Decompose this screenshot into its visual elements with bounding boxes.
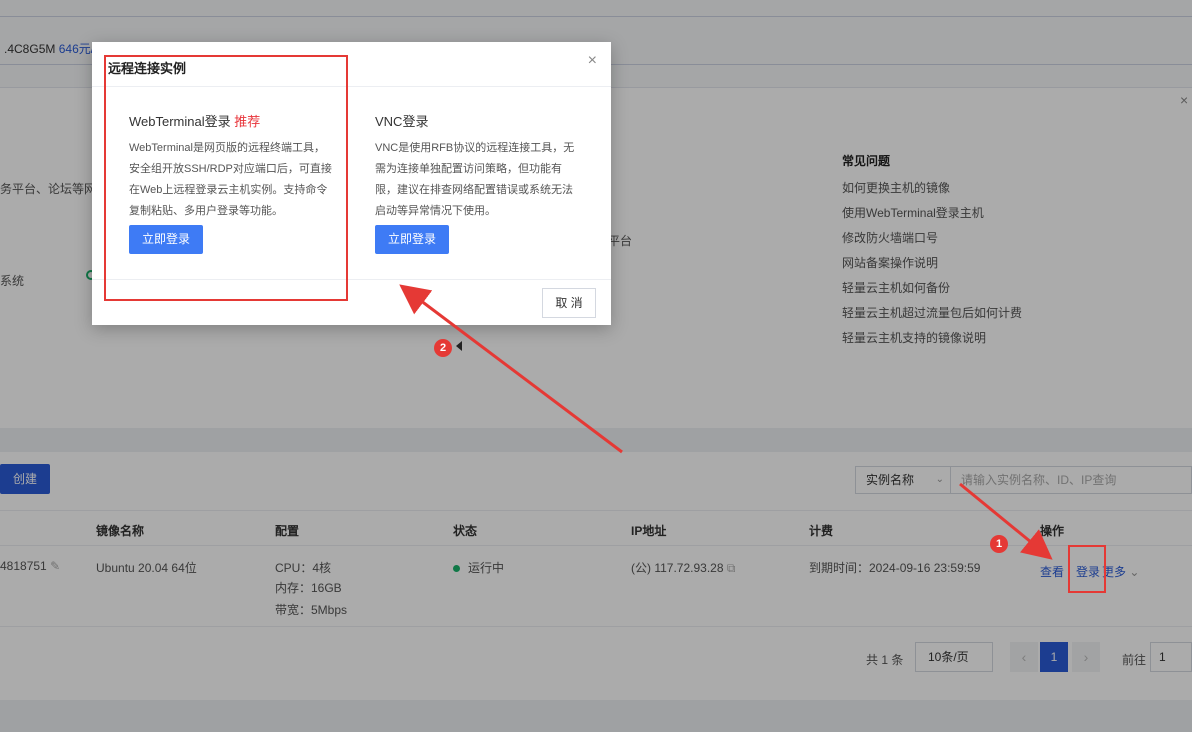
pointer-icon: [456, 341, 462, 351]
step-badge-1: 1: [990, 535, 1008, 553]
arrow-to-webterminal: [399, 284, 623, 454]
annotation-arrows: [399, 284, 1053, 560]
step-badge-2: 2: [434, 339, 452, 357]
